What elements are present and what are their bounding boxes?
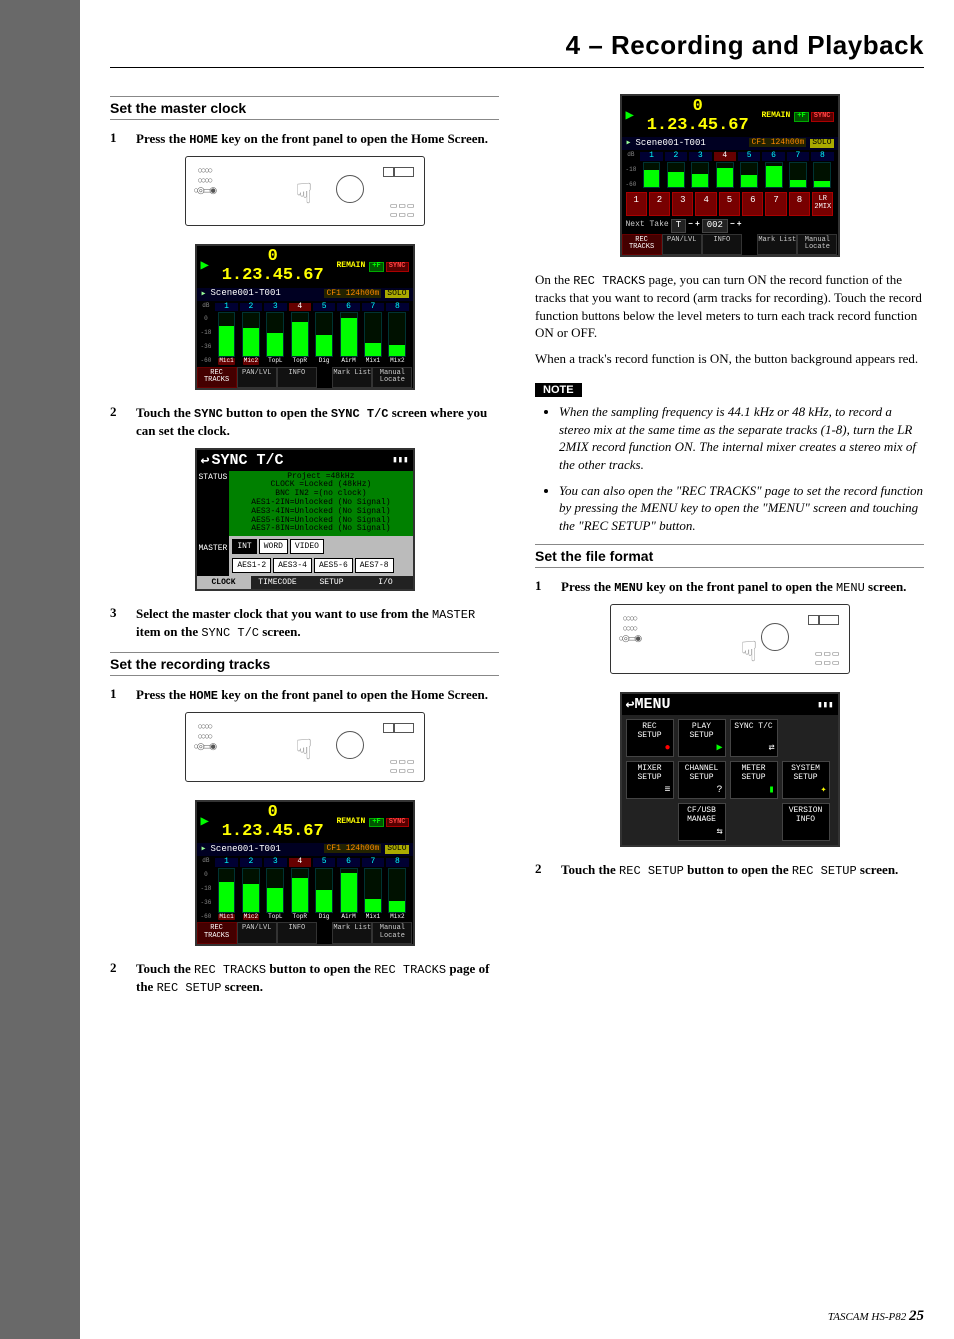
page-footer: TASCAM HS-P82 25 [828,1308,924,1325]
chapter-title: 4 – Recording and Playback [110,30,924,68]
figure-rec-tracks-lcd: ▶0 1.23.45.67REMAIN +FSYNC ▸Scene001-T00… [535,94,924,257]
steps-recording-tracks-2: 2 Touch the REC TRACKS button to open th… [110,960,499,996]
hand-pointer-icon: ☟ [296,733,313,767]
step-text: Touch the REC SETUP button to open the R… [561,861,924,879]
note-item: You can also open the "REC TRACKS" page … [559,482,924,535]
figure-sync-lcd: ↩SYNC T/C▮▮▮ STATUS Project =48kHz CLOCK… [110,448,499,592]
section-set-master-clock: Set the master clock [110,96,499,120]
step-text: Touch the REC TRACKS button to open the … [136,960,499,996]
steps-recording-tracks: 1 Press the HOME key on the front panel … [110,686,499,704]
body-paragraph-2: When a track's record function is ON, th… [535,350,924,368]
step-number: 2 [110,404,124,440]
step-number: 2 [110,960,124,996]
section-set-recording-tracks: Set the recording tracks [110,652,499,676]
step-text: Touch the SYNC button to open the SYNC T… [136,404,499,440]
figure-menu-lcd: ↩MENU▮▮▮ REC SETUP● PLAY SETUP▶ SYNC T/C… [535,692,924,847]
battery-icon: ▮▮▮ [817,700,833,710]
figure-panel-2: ○○○○○○○○○◎▭◉ ▭▭▭▭▭▭ ☟ [110,712,499,786]
home-screen-lcd: ▶0 1.23.45.67REMAIN +FSYNC ▸Scene001-T00… [195,800,415,946]
body-paragraph-1: On the REC TRACKS page, you can turn ON … [535,271,924,342]
right-column: ▶0 1.23.45.67REMAIN +FSYNC ▸Scene001-T00… [535,86,924,1004]
step-2: 2 Touch the SYNC button to open the SYNC… [110,404,499,440]
step-number: 1 [110,130,124,148]
page-number: 25 [909,1308,924,1324]
step-text: Press the HOME key on the front panel to… [136,130,499,148]
step-number: 3 [110,605,124,641]
step-3: 3 Select the master clock that you want … [110,605,499,641]
play-icon: ▶ [626,109,634,124]
front-panel-illustration: ○○○○○○○○○◎▭◉ ▭▭▭▭▭▭ ☟ [185,156,425,226]
hand-pointer-icon: ☟ [296,177,313,211]
note-label: NOTE [535,383,582,397]
back-icon: ↩ [201,451,210,470]
step-2: 2 Touch the REC SETUP button to open the… [535,861,924,879]
left-margin-band [0,0,80,1339]
step-1: 1 Press the HOME key on the front panel … [110,130,499,148]
rec-tracks-screen: ▶0 1.23.45.67REMAIN +FSYNC ▸Scene001-T00… [620,94,840,257]
steps-file-format-2: 2 Touch the REC SETUP button to open the… [535,861,924,879]
figure-home-lcd-1: ▶0 1.23.45.67REMAIN +FSYNC ▸Scene001-T00… [110,244,499,390]
note-list: When the sampling frequency is 44.1 kHz … [535,403,924,534]
back-icon: ↩ [626,695,635,714]
step-1: 1 Press the MENU key on the front panel … [535,578,924,596]
footer-brand: TASCAM HS-P82 [828,1311,906,1323]
note-item: When the sampling frequency is 44.1 kHz … [559,403,924,473]
page: 4 – Recording and Playback Set the maste… [80,0,954,1339]
two-columns: Set the master clock 1 Press the HOME ke… [110,86,924,1004]
steps-master-clock-3: 3 Select the master clock that you want … [110,605,499,641]
step-number: 1 [110,686,124,704]
figure-panel-1: ○○○○○○○○○◎▭◉ ▭▭▭▭▭▭ ☟ [110,156,499,230]
left-column: Set the master clock 1 Press the HOME ke… [110,86,499,1004]
hand-pointer-icon: ☟ [741,635,758,669]
home-screen-lcd: ▶0 1.23.45.67REMAIN +FSYNC ▸Scene001-T00… [195,244,415,390]
figure-home-lcd-2: ▶0 1.23.45.67REMAIN +FSYNC ▸Scene001-T00… [110,800,499,946]
menu-screen: ↩MENU▮▮▮ REC SETUP● PLAY SETUP▶ SYNC T/C… [620,692,840,847]
steps-file-format: 1 Press the MENU key on the front panel … [535,578,924,596]
folder-icon: ▸ [201,289,207,300]
step-2: 2 Touch the REC TRACKS button to open th… [110,960,499,996]
step-number: 1 [535,578,549,596]
play-icon: ▶ [201,815,209,830]
step-text: Select the master clock that you want to… [136,605,499,641]
step-number: 2 [535,861,549,879]
steps-master-clock: 1 Press the HOME key on the front panel … [110,130,499,148]
step-text: Press the HOME key on the front panel to… [136,686,499,704]
steps-master-clock-2: 2 Touch the SYNC button to open the SYNC… [110,404,499,440]
sync-tc-screen: ↩SYNC T/C▮▮▮ STATUS Project =48kHz CLOCK… [195,448,415,592]
front-panel-illustration: ○○○○○○○○○◎▭◉ ▭▭▭▭▭▭ ☟ [610,604,850,674]
battery-icon: ▮▮▮ [392,455,408,465]
figure-panel-3: ○○○○○○○○○◎▭◉ ▭▭▭▭▭▭ ☟ [535,604,924,678]
step-text: Press the MENU key on the front panel to… [561,578,924,596]
front-panel-illustration: ○○○○○○○○○◎▭◉ ▭▭▭▭▭▭ ☟ [185,712,425,782]
step-1: 1 Press the HOME key on the front panel … [110,686,499,704]
play-icon: ▶ [201,259,209,274]
section-set-file-format: Set the file format [535,544,924,568]
